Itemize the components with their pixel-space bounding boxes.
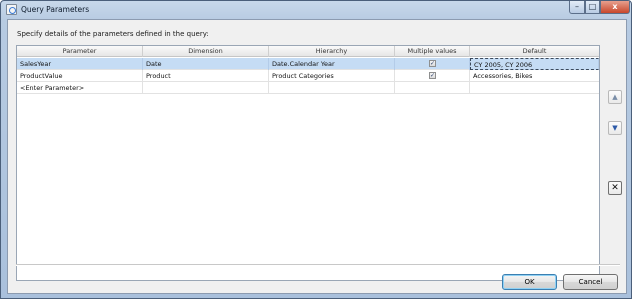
title-bar[interactable]: Query Parameters – □ x (1, 1, 631, 19)
maximize-button[interactable]: □ (585, 1, 600, 14)
multiple-values-cell: ✓ (395, 70, 470, 82)
column-header-dimension[interactable]: Dimension (143, 46, 269, 57)
instruction-text: Specify details of the parameters define… (17, 30, 209, 38)
parameters-grid[interactable]: Parameter Dimension Hierarchy Multiple v… (16, 45, 600, 281)
multiple-values-checkbox[interactable]: ✓ (429, 60, 436, 67)
column-header-parameter[interactable]: Parameter (17, 46, 143, 57)
minimize-button[interactable]: – (569, 1, 585, 14)
query-parameters-dialog: Query Parameters – □ x Specify details o… (0, 0, 632, 299)
default-cell[interactable]: Accessories, Bikes (470, 70, 599, 82)
move-down-button[interactable]: ▼ (608, 121, 622, 135)
dimension-cell[interactable] (143, 82, 269, 94)
multiple-values-cell[interactable] (395, 82, 470, 94)
dialog-body: Specify details of the parameters define… (7, 19, 627, 294)
hierarchy-cell[interactable]: Product Categories (269, 70, 395, 82)
close-button[interactable]: x (600, 1, 630, 14)
parameter-cell[interactable]: SalesYear (17, 58, 143, 70)
cancel-button[interactable]: Cancel (563, 274, 618, 290)
multiple-values-checkbox[interactable]: ✓ (429, 72, 436, 79)
separator (16, 264, 620, 266)
ok-button[interactable]: OK (502, 274, 557, 290)
grid-header: Parameter Dimension Hierarchy Multiple v… (17, 46, 599, 57)
parameter-cell[interactable]: ProductValue (17, 70, 143, 82)
column-header-default[interactable]: Default (470, 46, 599, 57)
default-cell[interactable]: CY 2005, CY 2006 (470, 58, 599, 70)
new-parameter-cell[interactable]: <Enter Parameter> (17, 82, 143, 94)
hierarchy-cell[interactable] (269, 82, 395, 94)
table-row[interactable]: SalesYear Date Date.Calendar Year ✓ CY 2… (17, 58, 599, 70)
dimension-cell[interactable]: Product (143, 70, 269, 82)
dimension-cell[interactable]: Date (143, 58, 269, 70)
column-header-multiple-values[interactable]: Multiple values (395, 46, 470, 57)
window-title: Query Parameters (21, 5, 90, 14)
column-header-hierarchy[interactable]: Hierarchy (269, 46, 395, 57)
dialog-icon (6, 4, 17, 15)
move-up-button[interactable]: ▲ (608, 90, 622, 104)
delete-parameter-button[interactable]: ✕ (608, 181, 622, 195)
table-row[interactable]: <Enter Parameter> (17, 82, 599, 94)
default-cell[interactable] (470, 82, 599, 94)
table-row[interactable]: ProductValue Product Product Categories … (17, 70, 599, 82)
multiple-values-cell: ✓ (395, 58, 470, 70)
hierarchy-cell[interactable]: Date.Calendar Year (269, 58, 395, 70)
